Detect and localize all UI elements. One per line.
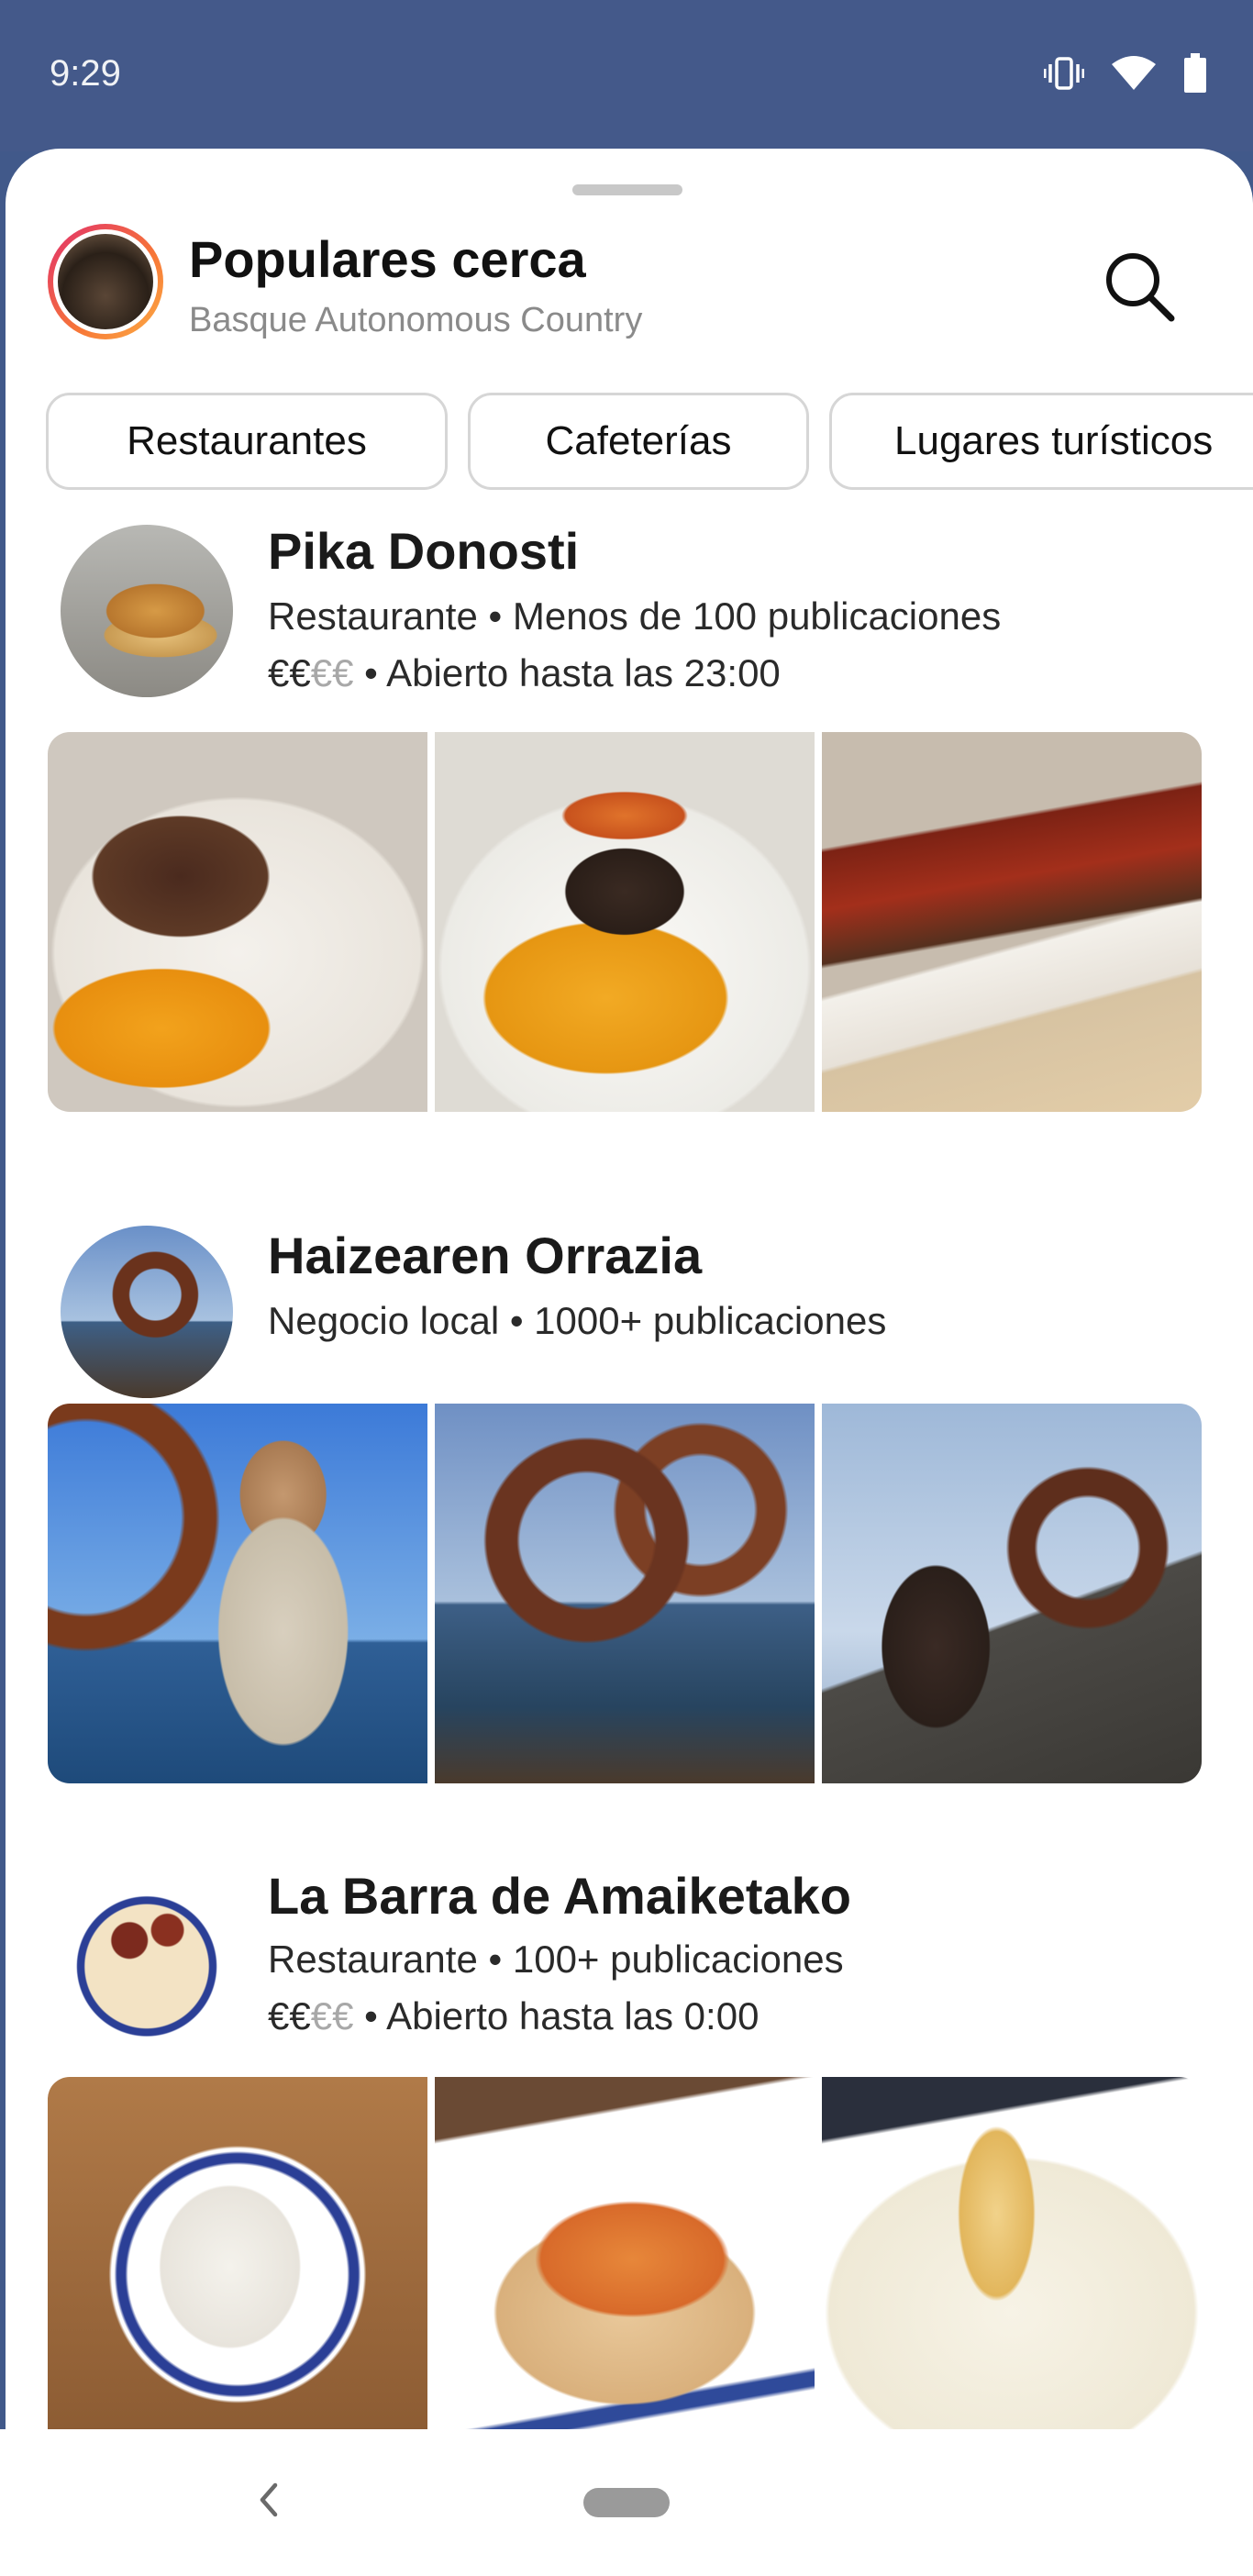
back-button[interactable] [248, 2481, 290, 2523]
photo-strip [48, 732, 1202, 1112]
place-photo[interactable] [48, 2077, 427, 2457]
page-title: Populares cerca [189, 230, 586, 288]
location-subtitle: Basque Autonomous Country [189, 301, 643, 339]
nearby-popular-sheet: Populares cerca Basque Autonomous Countr… [6, 149, 1253, 2576]
search-button[interactable] [1097, 246, 1181, 330]
price-level-active: €€ [268, 651, 311, 694]
home-pill[interactable] [583, 2488, 670, 2517]
drag-handle[interactable] [572, 184, 682, 195]
category-chips: Restaurantes Cafeterías Lugares turístic… [46, 393, 1253, 490]
place-photo[interactable] [48, 732, 427, 1112]
place-avatar[interactable] [61, 1226, 233, 1398]
photo-strip [48, 2077, 1202, 2457]
place-photo[interactable] [435, 2077, 815, 2457]
place-photo[interactable] [822, 2077, 1202, 2457]
place-photo[interactable] [48, 1404, 427, 1783]
place-photo[interactable] [822, 1404, 1202, 1783]
place-price-hours: €€€€ • Abierto hasta las 0:00 [268, 1994, 759, 2038]
place-price-hours: €€€€ • Abierto hasta las 23:00 [268, 651, 781, 695]
place-avatar[interactable] [61, 1871, 233, 2044]
photo-strip [48, 1404, 1202, 1783]
place-category: Negocio local • 1000+ publicaciones [268, 1299, 887, 1342]
price-level-inactive: €€ [310, 651, 354, 694]
status-icons [1044, 53, 1207, 94]
place-name[interactable]: Pika Donosti [268, 521, 579, 581]
vibrate-icon [1044, 55, 1084, 92]
opening-hours: • Abierto hasta las 0:00 [353, 1994, 760, 2037]
opening-hours: • Abierto hasta las 23:00 [353, 651, 781, 694]
wifi-icon [1110, 55, 1158, 92]
place-category: Restaurante • 100+ publicaciones [268, 1938, 844, 1981]
place-name[interactable]: La Barra de Amaiketako [268, 1866, 851, 1926]
place-photo[interactable] [435, 732, 815, 1112]
back-chevron-icon [255, 2482, 283, 2523]
place-photo[interactable] [435, 1404, 815, 1783]
chip-cafeterias[interactable]: Cafeterías [468, 393, 809, 490]
chip-restaurantes[interactable]: Restaurantes [46, 393, 448, 490]
system-nav-bar [0, 2429, 1253, 2576]
place-photo[interactable] [822, 732, 1202, 1112]
battery-icon [1183, 53, 1207, 94]
chip-lugares-turisticos[interactable]: Lugares turísticos [829, 393, 1253, 490]
price-level-inactive: €€ [310, 1994, 354, 2037]
search-icon [1102, 249, 1177, 328]
place-avatar[interactable] [61, 525, 233, 697]
place-category: Restaurante • Menos de 100 publicaciones [268, 594, 1002, 638]
status-time: 9:29 [50, 53, 121, 94]
profile-avatar[interactable] [48, 224, 163, 339]
status-bar: 9:29 [0, 0, 1253, 151]
place-name[interactable]: Haizearen Orrazia [268, 1226, 702, 1285]
price-level-active: €€ [268, 1994, 311, 2037]
